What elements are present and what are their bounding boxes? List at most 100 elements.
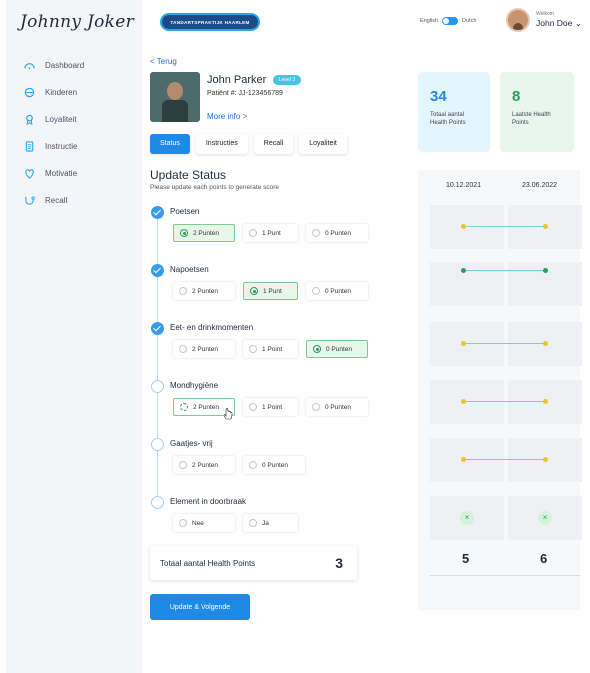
level-badge: Level 3 [273,75,302,85]
stat-label: Totaal aantal Health Points [430,112,466,126]
history-cell [430,262,504,306]
history-cell [430,322,504,366]
step-label-eet-drink: Eet- en drinkmomenten [170,323,254,332]
option-element-ja[interactable]: Ja [243,514,298,532]
brand-logo: TANDARTSPRAKTIJK HAARLEM [160,13,260,31]
user-info: Welkom John Doe ⌄ [536,12,582,28]
history-dot [543,399,548,404]
option-poetsen-1[interactable]: 1 Punt [243,224,298,242]
history-cell [430,380,504,424]
history-date: 10.12.2021 [446,182,482,189]
language-dutch-label: Dutch [462,18,477,24]
update-next-button[interactable]: Update & Volgende [150,594,250,620]
tab-instructies[interactable]: Instructies [195,134,248,154]
stat-value: 34 [430,88,447,105]
step-done-icon [151,264,164,277]
step-label-poetsen: Poetsen [170,207,200,216]
patient-id: Patiënt #: JJ-123456789 [207,90,283,97]
language-english-label: English [420,18,439,24]
top-bar: TANDARTSPRAKTIJK HAARLEM English Dutch W… [142,0,586,44]
section-subtitle: Please update each points to generate sc… [150,184,280,191]
history-date: 23.06.2022 [522,182,558,189]
recall-icon [25,196,35,205]
sidebar-item-loyaliteit[interactable]: Loyaliteit [24,106,84,133]
motivation-icon [25,169,34,179]
option-eet-drink-1[interactable]: 1 Point [243,340,298,358]
sidebar-item-instructie[interactable]: Instructie [24,133,84,160]
patient-tabs: Status Instructies Recall Loyaliteit [150,134,353,154]
step-pending-icon [151,380,164,393]
sidebar-item-recall[interactable]: Recall [24,187,84,214]
more-info-link[interactable]: More info > [207,112,247,121]
step-label-gaatjes: Gaatjes- vrij [170,439,213,448]
history-dot [461,457,466,462]
sidebar-item-label: Loyaliteit [45,115,77,124]
sidebar-item-label: Dashboard [45,61,85,70]
history-line [463,226,545,227]
loyalty-icon [26,114,33,125]
history-divider [430,575,580,576]
sidebar-nav: Dashboard Kinderen Loyaliteit Instructie… [24,52,84,214]
history-dot [461,268,466,273]
history-dot [543,341,548,346]
dashboard-icon [24,63,35,70]
option-poetsen-0[interactable]: 0 Punten [306,224,368,242]
x-icon: × [460,511,474,525]
option-gaatjes-0[interactable]: 0 Punten [243,456,305,474]
user-menu[interactable]: Welkom John Doe ⌄ [506,8,582,32]
option-eet-drink-0[interactable]: 0 Punten [306,340,368,358]
history-dot [543,224,548,229]
stat-label: Laatste Health Points [512,112,551,126]
option-napoetsen-2[interactable]: 2 Punten [173,282,235,300]
option-element-nee[interactable]: Nee [173,514,235,532]
section-title: Update Status [150,168,227,182]
x-icon: × [538,511,552,525]
option-napoetsen-1[interactable]: 1 Punt [243,282,298,300]
step-pending-icon [151,496,164,509]
total-label: Totaal aantal Health Points [160,558,256,568]
sidebar-item-label: Recall [45,196,68,205]
history-total: 6 [540,551,548,566]
step-done-icon [151,206,164,219]
step-label-mondhygiene: Mondhygiëne [170,381,219,390]
history-line [463,401,545,402]
history-dot [461,399,466,404]
sidebar-item-label: Motivatie [45,169,78,178]
history-dot [461,341,466,346]
history-line [463,270,545,271]
stat-last-health-points: 8 Laatste Health Points [500,72,574,152]
sidebar-item-motivatie[interactable]: Motivatie [24,160,84,187]
option-eet-drink-2[interactable]: 2 Punten [173,340,235,358]
option-gaatjes-2[interactable]: 2 Punten [173,456,235,474]
option-mondhygiene-1[interactable]: 1 Point [243,398,298,416]
language-toggle[interactable] [442,17,459,25]
sidebar-item-kinderen[interactable]: Kinderen [24,79,84,106]
total-health-points-box: Totaal aantal Health Points 3 [150,546,357,580]
step-label-element: Element in doorbraak [170,497,247,506]
option-poetsen-2[interactable]: 2 Punten [173,224,235,242]
history-line [463,343,545,344]
instruction-icon [25,141,34,152]
sidebar-item-label: Instructie [45,142,78,151]
sidebar: Johnny Joker Dashboard Kinderen Loyalite… [6,0,142,673]
history-line [463,459,545,460]
history-dot [543,268,548,273]
tab-recall[interactable]: Recall [253,134,294,154]
option-napoetsen-0[interactable]: 0 Punten [306,282,368,300]
history-cell [430,205,504,249]
history-total: 5 [462,551,470,566]
total-value: 3 [335,555,343,571]
patient-name: John Parker [207,74,267,86]
option-mondhygiene-0[interactable]: 0 Punten [306,398,368,416]
tab-status[interactable]: Status [150,134,190,154]
back-link[interactable]: < Terug [150,57,177,66]
patient-photo [150,72,200,122]
app-logo: Johnny Joker [20,12,135,32]
step-label-napoetsen: Napoetsen [170,265,209,274]
language-switch[interactable]: English Dutch [420,17,476,25]
sidebar-item-dashboard[interactable]: Dashboard [24,52,84,79]
step-pending-icon [151,438,164,451]
cursor-hand-icon [224,408,233,420]
children-icon [24,87,35,98]
tab-loyaliteit[interactable]: Loyaliteit [299,134,347,154]
